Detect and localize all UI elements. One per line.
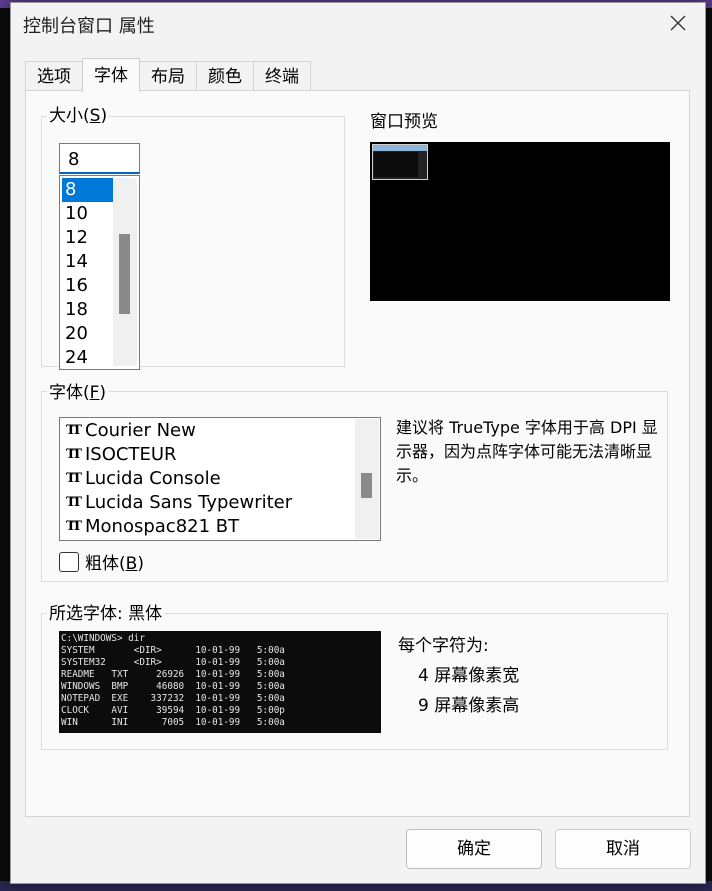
sample-line: WIN INI 7005 10-01-99 5:00a <box>61 717 285 728</box>
preview-window-body <box>374 152 418 177</box>
font-scroll-thumb[interactable] <box>361 473 372 498</box>
size-input[interactable]: 8 <box>59 143 140 174</box>
bold-checkbox[interactable]: 粗体(B) <box>59 549 144 574</box>
truetype-icon: TT <box>66 447 82 462</box>
preview-window-titlebar <box>373 145 427 151</box>
checkbox-box[interactable] <box>59 551 79 572</box>
truetype-icon: TT <box>66 495 82 510</box>
truetype-icon: TT <box>66 519 82 534</box>
size-option[interactable]: 24 <box>62 346 114 369</box>
title-bar: 控制台窗口 属性 <box>11 3 705 43</box>
char-width-text: 4 屏幕像素宽 <box>418 666 520 686</box>
sample-line: SYSTEM32 <DIR> 10-01-99 5:00a <box>61 657 285 668</box>
size-option[interactable]: 12 <box>62 226 114 250</box>
preview-window-thumbnail <box>372 144 428 180</box>
close-icon <box>670 15 686 31</box>
console-properties-dialog: 控制台窗口 属性 选项 字体 布局 颜色 终端 大小(S) 8 8 10 12 … <box>10 2 706 884</box>
size-option[interactable]: 10 <box>62 202 114 226</box>
size-option[interactable]: 8 <box>62 178 114 202</box>
character-size-info: 每个字符为: 4 屏幕像素宽 9 屏幕像素高 <box>398 631 519 721</box>
size-group-label: 大小(S) <box>47 106 110 126</box>
font-option[interactable]: TT ISOCTEUR <box>66 443 177 467</box>
sample-line: C:\WINDOWS> dir <box>61 633 145 644</box>
close-button[interactable] <box>657 7 699 39</box>
cancel-button[interactable]: 取消 <box>555 829 691 869</box>
font-option-label: Monospac821 BT <box>85 516 240 537</box>
truetype-hint-text: 建议将 TrueType 字体用于高 DPI 显示器，因为点阵字体可能无法清晰显… <box>396 418 658 485</box>
ok-button[interactable]: 确定 <box>406 829 542 869</box>
tab-font[interactable]: 字体 <box>82 58 140 92</box>
sample-line: CLOCK AVI 39594 10-01-99 5:00p <box>61 705 285 716</box>
font-option[interactable]: TT Courier New <box>66 419 196 443</box>
sample-line: WINDOWS BMP 46080 10-01-99 5:00a <box>61 681 285 692</box>
font-option[interactable]: TT Lucida Console <box>66 467 221 491</box>
font-option-label: Lucida Sans Typewriter <box>85 492 293 513</box>
size-option[interactable]: 16 <box>62 274 114 298</box>
window-preview-label: 窗口预览 <box>370 112 438 132</box>
window-preview <box>370 142 670 301</box>
char-info-title: 每个字符为: <box>398 636 489 656</box>
tab-colors[interactable]: 颜色 <box>196 61 254 92</box>
selected-font-label: 所选字体: 黑体 <box>47 604 165 624</box>
truetype-icon: TT <box>66 423 82 438</box>
size-list-scrollbar[interactable] <box>113 178 137 366</box>
font-option-label: Lucida Console <box>85 468 221 489</box>
size-option[interactable]: 14 <box>62 250 114 274</box>
font-option-label: Courier New <box>85 420 196 441</box>
size-option[interactable]: 18 <box>62 298 114 322</box>
sample-line: README TXT 26926 10-01-99 5:00a <box>61 669 285 680</box>
font-list[interactable]: TT Courier New TT ISOCTEUR TT Lucida Consol… <box>59 417 381 541</box>
size-option[interactable]: 20 <box>62 322 114 346</box>
font-list-scrollbar[interactable] <box>355 419 379 539</box>
bold-checkbox-label: 粗体(B) <box>85 554 144 574</box>
font-option[interactable]: TT Monospac821 BT <box>66 515 239 539</box>
tab-strip: 选项 字体 布局 颜色 终端 <box>25 58 311 92</box>
truetype-icon: TT <box>66 471 82 486</box>
font-group-label: 字体(F) <box>47 383 109 403</box>
font-option[interactable]: TT Lucida Sans Typewriter <box>66 491 292 515</box>
tab-terminal[interactable]: 终端 <box>253 61 311 92</box>
window-title: 控制台窗口 属性 <box>23 16 155 37</box>
sample-line: NOTEPAD EXE 337232 10-01-99 5:00a <box>61 693 285 704</box>
tab-options[interactable]: 选项 <box>25 61 83 92</box>
size-list[interactable]: 8 10 12 14 16 18 20 24 <box>59 175 140 370</box>
font-option-label: ISOCTEUR <box>85 444 177 465</box>
size-scroll-thumb[interactable] <box>119 234 130 314</box>
tab-layout[interactable]: 布局 <box>139 61 197 92</box>
font-sample-preview: C:\WINDOWS> dir SYSTEM <DIR> 10-01-99 5:… <box>59 631 381 733</box>
sample-line: SYSTEM <DIR> 10-01-99 5:00a <box>61 645 285 656</box>
char-height-text: 9 屏幕像素高 <box>418 696 520 716</box>
